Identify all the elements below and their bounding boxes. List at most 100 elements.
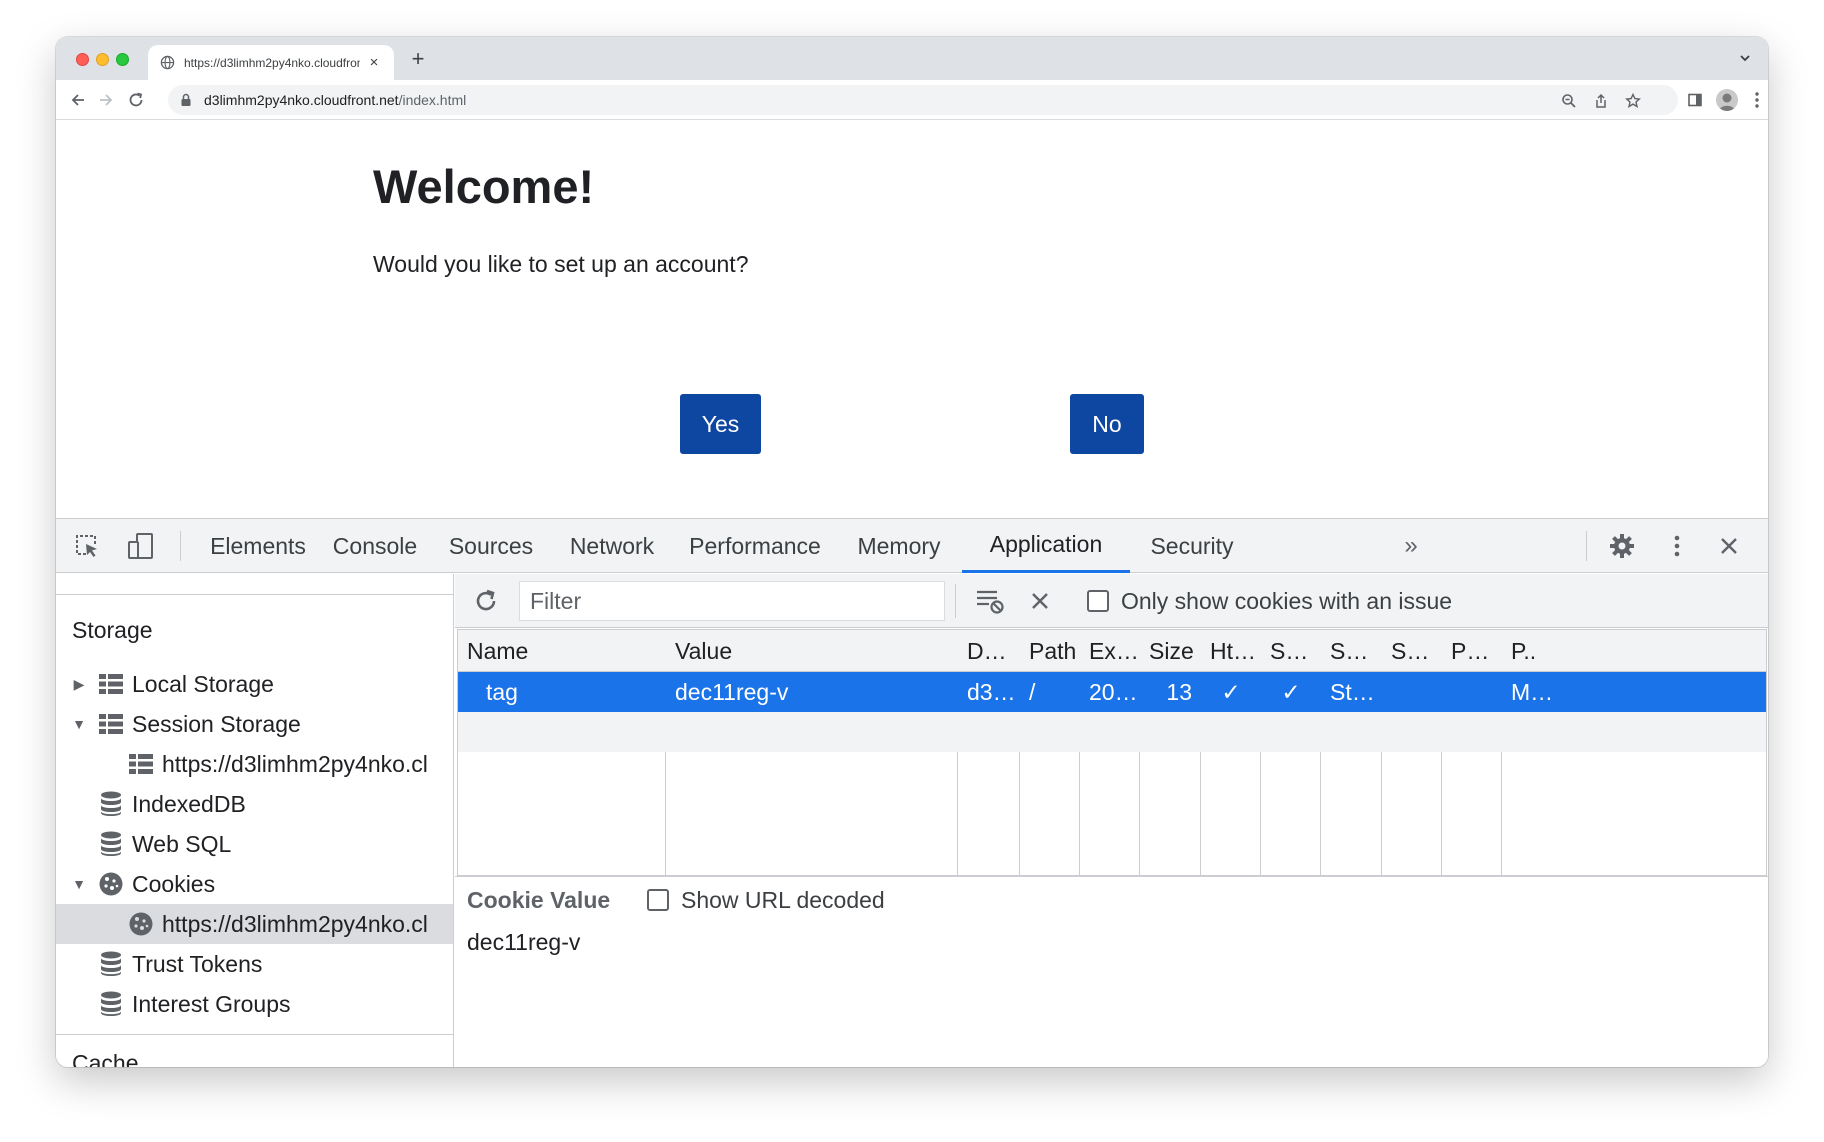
cookie-icon — [98, 872, 124, 896]
profile-avatar[interactable] — [1716, 89, 1738, 111]
cookie-value-text[interactable]: dec11reg-v — [467, 929, 580, 956]
cell-expires[interactable]: 20… — [1080, 672, 1140, 712]
cell-name[interactable]: tag — [458, 672, 666, 712]
device-toolbar-button[interactable] — [126, 531, 156, 561]
sidebar-item-web-sql[interactable]: Web SQL — [98, 824, 231, 864]
address-bar[interactable]: d3limhm2py4nko.cloudfront.net/index.html — [168, 85, 1678, 115]
database-icon — [98, 791, 124, 816]
header-path[interactable]: Path — [1020, 630, 1080, 672]
close-tab-button[interactable]: × — [366, 54, 382, 71]
cell-sameparty[interactable] — [1382, 672, 1442, 712]
more-tabs-button[interactable]: » — [1396, 531, 1426, 561]
cell-partition-key[interactable] — [1442, 672, 1502, 712]
close-window-button[interactable] — [76, 53, 89, 66]
header-partition-key[interactable]: P… — [1442, 630, 1502, 672]
tab-memory[interactable]: Memory — [838, 519, 960, 573]
header-size[interactable]: Size — [1140, 630, 1201, 672]
settings-button[interactable] — [1607, 531, 1637, 561]
show-url-decoded-checkbox[interactable] — [647, 889, 669, 911]
star-icon[interactable] — [1624, 92, 1642, 110]
tab-security[interactable]: Security — [1132, 519, 1252, 573]
sidebar-item-local-storage[interactable]: ▶ Local Storage — [72, 664, 274, 704]
cell-value[interactable]: dec11reg-v — [666, 672, 958, 712]
inspect-element-button[interactable] — [72, 531, 102, 561]
header-expires[interactable]: Ex… — [1080, 630, 1140, 672]
sidebar-item-cookies[interactable]: ▼ Cookies — [72, 864, 215, 904]
cell-samesite[interactable]: St… — [1321, 672, 1382, 712]
tab-elements[interactable]: Elements — [198, 519, 318, 573]
tab-network[interactable]: Network — [552, 519, 672, 573]
only-issues-toggle[interactable]: Only show cookies with an issue — [1087, 574, 1452, 628]
table-icon — [128, 752, 154, 776]
show-url-decoded-toggle[interactable]: Show URL decoded — [647, 885, 885, 915]
storage-section-title: Storage — [72, 617, 153, 643]
back-button[interactable] — [66, 88, 90, 112]
header-samesite[interactable]: S… — [1321, 630, 1382, 672]
zoom-window-button[interactable] — [116, 53, 129, 66]
header-domain[interactable]: D… — [958, 630, 1020, 672]
globe-icon — [160, 55, 175, 70]
only-issues-checkbox[interactable] — [1087, 590, 1109, 612]
cell-path[interactable]: / — [1020, 672, 1080, 712]
side-panel-icon — [1688, 93, 1702, 107]
page-heading: Welcome! — [373, 160, 595, 213]
yes-button[interactable]: Yes — [680, 394, 761, 454]
header-secure[interactable]: S… — [1261, 630, 1321, 672]
table-icon — [98, 712, 124, 736]
sidebar-item-interest-groups[interactable]: Interest Groups — [98, 984, 291, 1024]
cell-domain[interactable]: d3… — [958, 672, 1020, 712]
cell-priority[interactable]: M… — [1502, 672, 1766, 712]
cell-secure[interactable]: ✓ — [1261, 672, 1321, 712]
tab-sources[interactable]: Sources — [432, 519, 550, 573]
application-sidebar: Storage ▶ Local Storage ▼ Session Storag… — [56, 574, 454, 1067]
clear-filtered-cookies-button[interactable] — [975, 586, 1005, 616]
sidebar-item-indexeddb[interactable]: IndexedDB — [98, 784, 246, 824]
inspect-cursor-icon — [76, 535, 97, 557]
share-icon[interactable] — [1592, 92, 1610, 110]
collapse-arrow-icon[interactable]: ▼ — [72, 876, 86, 892]
tab-console[interactable]: Console — [320, 519, 430, 573]
header-name[interactable]: Name — [458, 630, 666, 672]
toolbar-divider — [180, 531, 181, 561]
zoom-icon[interactable] — [1560, 92, 1578, 110]
no-button[interactable]: No — [1070, 394, 1144, 454]
header-value[interactable]: Value — [666, 630, 958, 672]
sidebar-item-cookies-origin[interactable]: https://d3limhm2py4nko.cl — [56, 904, 453, 944]
database-icon — [98, 951, 124, 976]
browser-tab[interactable]: https://d3limhm2py4nko.cloudfront.net/in… — [148, 45, 394, 80]
tab-performance[interactable]: Performance — [674, 519, 836, 573]
arrow-right-icon — [100, 94, 113, 106]
sidebar-item-session-storage[interactable]: ▼ Session Storage — [72, 704, 301, 744]
tab-search-chevron-icon[interactable] — [1738, 51, 1752, 65]
new-tab-button[interactable]: + — [406, 47, 430, 71]
sidebar-item-session-storage-origin[interactable]: https://d3limhm2py4nko.cl — [128, 744, 428, 784]
devtools-menu-button[interactable] — [1662, 531, 1692, 561]
minimize-window-button[interactable] — [96, 53, 109, 66]
delete-cookies-button[interactable] — [1025, 586, 1055, 616]
header-sameparty[interactable]: S… — [1382, 630, 1442, 672]
side-panel-button[interactable] — [1684, 89, 1706, 111]
filter-input[interactable]: Filter — [519, 581, 945, 621]
browser-window: https://d3limhm2py4nko.cloudfront.net/in… — [56, 37, 1768, 1067]
close-devtools-button[interactable] — [1714, 531, 1744, 561]
reload-button[interactable] — [124, 88, 148, 112]
header-priority[interactable]: P.. — [1502, 630, 1766, 672]
lock-icon[interactable] — [180, 93, 192, 107]
close-icon — [1721, 538, 1737, 554]
refresh-cookies-button[interactable] — [471, 586, 501, 616]
database-icon — [98, 831, 124, 856]
cell-httponly[interactable]: ✓ — [1201, 672, 1261, 712]
web-page: Welcome! Would you like to set up an acc… — [56, 121, 1768, 518]
clear-filter-icon — [977, 590, 1004, 614]
refresh-icon — [476, 589, 496, 611]
chrome-menu-button[interactable] — [1746, 89, 1768, 111]
forward-button[interactable] — [94, 88, 118, 112]
expand-arrow-icon[interactable]: ▶ — [72, 676, 86, 693]
sidebar-item-label: Cookies — [132, 870, 216, 897]
header-httponly[interactable]: Ht… — [1201, 630, 1261, 672]
tab-application[interactable]: Application — [962, 519, 1130, 573]
cell-size[interactable]: 13 — [1140, 672, 1201, 712]
kebab-menu-icon — [1755, 92, 1759, 108]
sidebar-item-trust-tokens[interactable]: Trust Tokens — [98, 944, 262, 984]
collapse-arrow-icon[interactable]: ▼ — [72, 716, 86, 732]
